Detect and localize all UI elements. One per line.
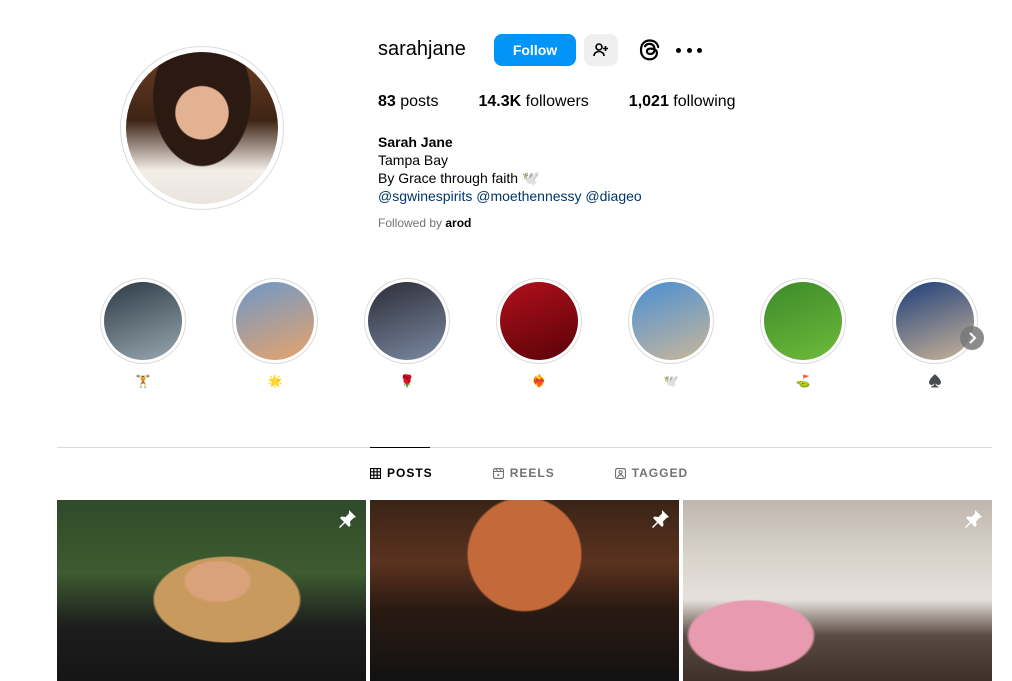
- tab-posts[interactable]: POSTS: [370, 466, 433, 480]
- post-thumbnail[interactable]: [683, 500, 992, 681]
- highlight-item[interactable]: 🏋️: [100, 278, 186, 388]
- highlight-label: 🏋️: [135, 374, 151, 388]
- highlights-next-button[interactable]: [960, 326, 984, 350]
- posts-grid: [57, 500, 992, 681]
- highlight-item[interactable]: ❤️‍🔥: [496, 278, 582, 388]
- reels-icon: [492, 467, 504, 479]
- chevron-right-icon: [969, 332, 977, 344]
- followers-stat[interactable]: 14.3K followers: [479, 93, 589, 111]
- tab-tagged[interactable]: TAGGED: [614, 466, 689, 480]
- highlight-label: 🌟: [267, 374, 283, 388]
- tab-tagged-label: TAGGED: [631, 466, 689, 480]
- story-highlights: 🏋️ 🌟 🌹 ❤️‍🔥 🕊️ ⛳ ♠️: [100, 278, 990, 398]
- highlight-label: ❤️‍🔥: [531, 374, 547, 388]
- mention-link[interactable]: @sgwinespirits: [378, 188, 472, 204]
- highlight-ring: [496, 278, 582, 364]
- pin-icon: [339, 510, 356, 528]
- highlight-cover: [368, 282, 446, 360]
- followed-by-prefix: Followed by: [378, 216, 443, 230]
- highlight-cover: [500, 282, 578, 360]
- profile-avatar-ring[interactable]: [120, 46, 284, 210]
- highlight-ring: [232, 278, 318, 364]
- bio-mentions: @sgwinespirits @moethennessy @diageo: [378, 187, 642, 205]
- more-options-icon[interactable]: [676, 40, 702, 60]
- posts-stat[interactable]: 83 posts: [378, 93, 439, 111]
- bio-tagline: By Grace through faith 🕊️: [378, 170, 540, 186]
- highlight-label: ♠️: [927, 374, 943, 388]
- pin-icon: [652, 510, 669, 528]
- highlight-label: 🌹: [399, 374, 415, 388]
- threads-icon[interactable]: [638, 37, 662, 63]
- following-count: 1,021: [628, 93, 669, 110]
- highlight-ring: [628, 278, 714, 364]
- highlight-cover: [764, 282, 842, 360]
- pin-icon: [965, 510, 982, 528]
- username: sarahjane: [378, 38, 466, 60]
- highlight-item[interactable]: 🌟: [232, 278, 318, 388]
- posts-label: posts: [400, 93, 439, 110]
- followed-by[interactable]: Followed by arod: [378, 216, 471, 230]
- suggested-users-button[interactable]: [584, 34, 618, 66]
- tabs-divider: [57, 447, 992, 448]
- posts-count: 83: [378, 93, 396, 110]
- follow-button[interactable]: Follow: [494, 34, 576, 66]
- post-thumbnail[interactable]: [57, 500, 366, 681]
- following-label: following: [673, 93, 736, 110]
- tab-reels[interactable]: REELS: [492, 466, 555, 480]
- active-tab-indicator: [370, 447, 430, 448]
- followed-by-user[interactable]: arod: [445, 216, 471, 230]
- following-stat[interactable]: 1,021 following: [629, 93, 736, 111]
- add-person-icon: [593, 43, 608, 57]
- profile-bio: Sarah Jane Tampa Bay By Grace through fa…: [378, 133, 642, 205]
- highlight-item[interactable]: ⛳: [760, 278, 846, 388]
- highlight-ring: [760, 278, 846, 364]
- post-thumbnail[interactable]: [370, 500, 679, 681]
- highlight-cover: [104, 282, 182, 360]
- highlight-cover: [236, 282, 314, 360]
- highlight-label: 🕊️: [663, 374, 679, 388]
- profile-stats: 83 posts 14.3K followers 1,021 following: [378, 93, 776, 111]
- mention-link[interactable]: @diageo: [585, 188, 641, 204]
- tagged-icon: [614, 467, 626, 479]
- mention-link[interactable]: @moethennessy: [476, 188, 581, 204]
- highlight-ring: [100, 278, 186, 364]
- followers-label: followers: [525, 93, 589, 110]
- highlight-ring: [364, 278, 450, 364]
- highlight-cover: [896, 282, 974, 360]
- tab-reels-label: REELS: [509, 466, 555, 480]
- highlight-label: ⛳: [795, 374, 811, 388]
- highlight-ring: [892, 278, 978, 364]
- grid-icon: [370, 467, 381, 479]
- highlight-cover: [632, 282, 710, 360]
- display-name: Sarah Jane: [378, 134, 453, 150]
- highlight-item[interactable]: 🕊️: [628, 278, 714, 388]
- profile-avatar[interactable]: [126, 52, 278, 204]
- followers-count: 14.3K: [478, 93, 522, 110]
- highlight-item[interactable]: 🌹: [364, 278, 450, 388]
- profile-tabs: POSTS REELS TAGGED: [370, 466, 748, 480]
- bio-location: Tampa Bay: [378, 152, 449, 168]
- tab-posts-label: POSTS: [387, 466, 433, 480]
